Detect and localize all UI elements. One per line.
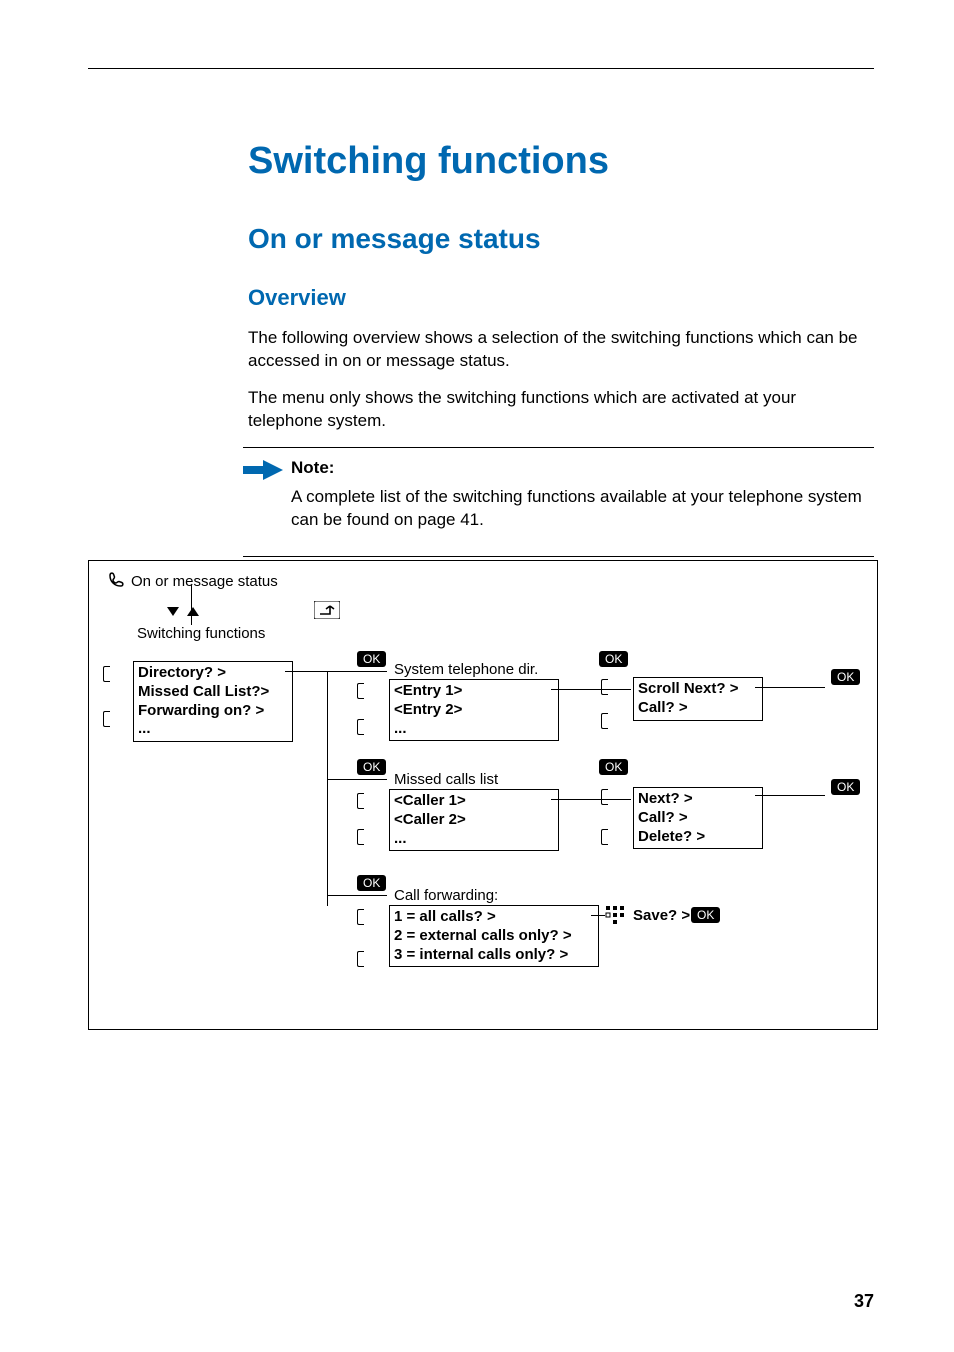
menu-item: Call? > [638, 809, 758, 828]
ok-badge: OK [599, 759, 628, 775]
menu-item: <Entry 1> [394, 682, 554, 701]
menu-item: 2 = external calls only? > [394, 927, 594, 946]
menu-item: Forwarding on? > [138, 702, 288, 721]
keypad-icon [605, 905, 625, 929]
menu-item: <Caller 1> [394, 792, 554, 811]
flow-diagram: On or message status Switching functions… [88, 560, 878, 1030]
ok-badge: OK [357, 759, 386, 775]
root-sub: Switching functions [137, 625, 265, 642]
root-title: On or message status [131, 573, 278, 590]
menu-box: 1 = all calls? > 2 = external calls only… [389, 905, 599, 967]
branch-title: System telephone dir. [394, 661, 538, 678]
ok-badge: OK [831, 669, 860, 685]
menu-item: Delete? > [638, 828, 758, 847]
page-number: 37 [854, 1291, 874, 1312]
menu-item: <Entry 2> [394, 701, 554, 720]
menu-item: <Caller 2> [394, 811, 554, 830]
branch-title: Missed calls list [394, 771, 498, 788]
note-arrow-icon [243, 460, 283, 485]
menu-box: Directory? > Missed Call List?> Forwardi… [133, 661, 293, 742]
note-heading: Note: [291, 458, 874, 478]
ok-badge: OK [357, 651, 386, 667]
menu-item: Scroll Next? > [638, 680, 758, 699]
ok-badge: OK [599, 651, 628, 667]
save-label: Save? > [633, 907, 690, 924]
note-text: A complete list of the switching functio… [243, 486, 874, 532]
bracket-icon [357, 683, 364, 699]
bracket-icon [357, 909, 364, 925]
paragraph: The menu only shows the switching functi… [248, 387, 874, 433]
bracket-icon [103, 711, 110, 727]
bracket-icon [601, 829, 608, 845]
handset-icon [107, 571, 125, 593]
bracket-icon [601, 789, 608, 805]
menu-box: <Entry 1> <Entry 2> ... [389, 679, 559, 741]
section-title: On or message status [248, 223, 874, 255]
bracket-icon [357, 719, 364, 735]
menu-item: 1 = all calls? > [394, 908, 594, 927]
menu-box: <Caller 1> <Caller 2> ... [389, 789, 559, 851]
menu-item: ... [138, 720, 288, 739]
top-rule [88, 68, 874, 69]
back-icon [314, 601, 340, 623]
ok-badge: OK [357, 875, 386, 891]
menu-item: Directory? > [138, 664, 288, 683]
menu-box: Scroll Next? > Call? > [633, 677, 763, 721]
ok-badge: OK [691, 907, 720, 923]
bracket-icon [103, 666, 110, 682]
bracket-icon [357, 829, 364, 845]
bracket-icon [601, 679, 608, 695]
menu-item: Next? > [638, 790, 758, 809]
menu-item: Missed Call List?> [138, 683, 288, 702]
bracket-icon [357, 793, 364, 809]
menu-item: 3 = internal calls only? > [394, 946, 594, 965]
menu-item: ... [394, 720, 554, 739]
note-block: Note: A complete list of the switching f… [243, 447, 874, 557]
subsection-title: Overview [248, 285, 874, 311]
nav-arrows [167, 603, 199, 620]
menu-box: Next? > Call? > Delete? > [633, 787, 763, 849]
bracket-icon [357, 951, 364, 967]
menu-item: Call? > [638, 699, 758, 718]
menu-item: ... [394, 830, 554, 849]
bracket-icon [601, 713, 608, 729]
paragraph: The following overview shows a selection… [248, 327, 874, 373]
branch-title: Call forwarding: [394, 887, 498, 904]
ok-badge: OK [831, 779, 860, 795]
page-title: Switching functions [248, 140, 874, 183]
